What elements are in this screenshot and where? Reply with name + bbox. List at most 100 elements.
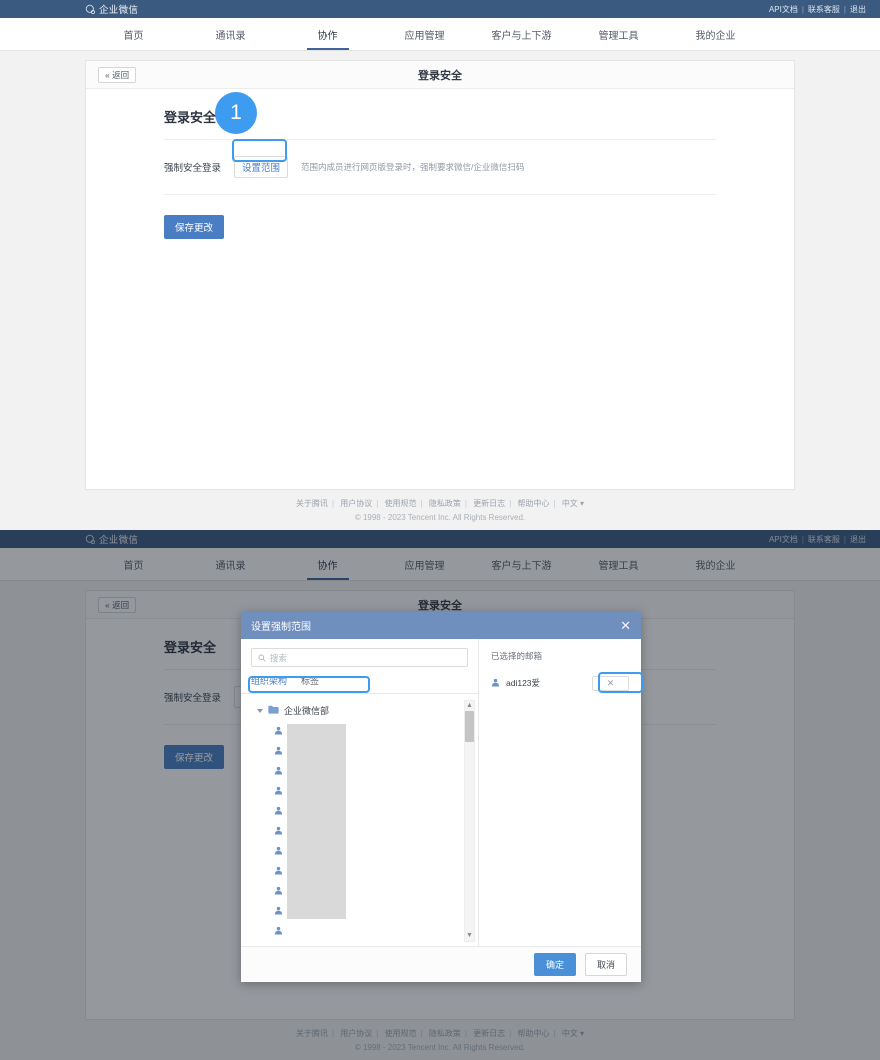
scroll-down-icon[interactable]: ▼ [466,931,473,941]
remove-selected-button[interactable]: ✕ [592,675,629,691]
footer-link-help-center[interactable]: 帮助中心 [514,1029,554,1038]
setting-label: 强制安全登录 [164,163,222,174]
nav-item-app-management[interactable]: 应用管理 [376,548,473,580]
page-capture-before: 企业微信 API文档 | 联系客服 | 退出 首页 通讯录 协作 应用管理 客户… [0,0,880,530]
tab-labels[interactable]: 标签 [301,674,319,693]
selected-list-label: 已选择的邮箱 [491,651,543,661]
screenshot-root: 企业微信 API文档 | 联系客服 | 退出 首页 通讯录 协作 应用管理 客户… [0,0,880,1060]
search-icon [258,649,266,667]
footer-link-changelog[interactable]: 更新日志 [469,1029,509,1038]
picker-tabs: 组织架构 标签 [241,667,478,694]
tree-item[interactable] [241,761,478,781]
selected-item: adi123爱 ✕ [491,674,629,692]
person-icon [274,882,283,900]
nav-item-contacts[interactable]: 通讯录 [182,548,279,580]
tree-item[interactable] [241,721,478,741]
person-icon [274,742,283,760]
footer-link-privacy[interactable]: 隐私政策 [425,1029,465,1038]
tree-item[interactable] [241,901,478,921]
save-changes-button[interactable]: 保存更改 [164,215,225,239]
dialog-title: 设置强制范围 [251,622,311,633]
dialog-header: 设置强制范围 ✕ [241,612,641,639]
footer-link-language[interactable]: 中文 ▾ [558,1029,588,1038]
set-scope-button[interactable]: 设置范围 [234,156,289,178]
footer-link-about[interactable]: 关于腾讯 [292,499,332,508]
search-input[interactable] [270,652,461,663]
redacted-names-overlay [287,724,346,919]
chevron-down-icon[interactable] [257,708,263,713]
footer-link-privacy[interactable]: 隐私政策 [425,499,465,508]
main-navigation: 首页 通讯录 协作 应用管理 客户与上下游 管理工具 我的企业 [0,18,880,51]
setting-description: 范围内成员进行网页版登录时，强制要求微信/企业微信扫码 [301,162,525,172]
person-icon [274,902,283,920]
nav-item-admin-tools[interactable]: 管理工具 [570,548,667,580]
tree-item[interactable] [241,801,478,821]
person-icon [274,802,283,820]
link-api-docs[interactable]: API文档 [765,4,802,15]
tree-item[interactable] [241,821,478,841]
footer-link-usage-rules[interactable]: 使用规范 [381,499,421,508]
tab-org-structure[interactable]: 组织架构 [251,674,287,693]
tree-root-label: 企业微信部 [284,706,330,716]
footer-link-language[interactable]: 中文 ▾ [558,499,588,508]
save-changes-button[interactable]: 保存更改 [164,745,225,769]
dialog-footer: 确定 取消 [241,946,641,982]
page-footer: 关于腾讯 | 用户协议 | 使用规范 | 隐私政策 | 更新日志 | 帮助中心 | 中文 ▾… [85,490,795,522]
nav-item-home[interactable]: 首页 [85,18,182,50]
back-button[interactable]: « 返回 [98,596,137,613]
tree-item[interactable] [241,741,478,761]
tree-scrollbar[interactable]: ▲ ▼ [464,700,475,942]
nav-item-contacts[interactable]: 通讯录 [182,18,279,50]
nav-item-customers[interactable]: 客户与上下游 [473,18,570,50]
nav-item-home[interactable]: 首页 [85,548,182,580]
close-icon[interactable]: ✕ [620,619,631,632]
setting-row-secure-login: 强制安全登录 设置范围 范围内成员进行网页版登录时，强制要求微信/企业微信扫码 [164,140,716,195]
link-contact-support[interactable]: 联系客服 [804,534,844,545]
link-api-docs[interactable]: API文档 [765,534,802,545]
app-logo-text: 企业微信 [99,5,139,16]
back-button[interactable]: « 返回 [98,66,137,83]
nav-item-collaboration[interactable]: 协作 [279,18,376,50]
footer-link-user-agreement[interactable]: 用户协议 [336,499,376,508]
nav-item-my-enterprise[interactable]: 我的企业 [667,18,764,50]
callout-badge-1: 1 [215,92,257,134]
footer-link-user-agreement[interactable]: 用户协议 [336,1029,376,1038]
dialog-body: 组织架构 标签 企业微信部 [241,639,641,946]
brand-links: API文档 | 联系客服 | 退出 [765,4,870,15]
search-box[interactable] [251,648,468,667]
scrollbar-thumb[interactable] [465,711,474,742]
link-logout[interactable]: 退出 [846,4,870,15]
app-logo[interactable]: 企业微信 [85,532,138,546]
tree-item[interactable] [241,921,478,941]
dialog-picker-pane: 组织架构 标签 企业微信部 [241,639,479,946]
nav-item-my-enterprise[interactable]: 我的企业 [667,548,764,580]
person-icon [491,674,500,692]
link-logout[interactable]: 退出 [846,534,870,545]
person-icon [274,762,283,780]
app-logo[interactable]: 企业微信 [85,2,138,16]
nav-item-customers[interactable]: 客户与上下游 [473,548,570,580]
tree-item[interactable] [241,841,478,861]
footer-link-help-center[interactable]: 帮助中心 [514,499,554,508]
nav-item-app-management[interactable]: 应用管理 [376,18,473,50]
person-icon [274,842,283,860]
panel-content: 登录安全 强制安全登录 设置范围 范围内成员进行网页版登录时，强制要求微信/企业… [86,89,794,239]
link-contact-support[interactable]: 联系客服 [804,4,844,15]
brand-links: API文档 | 联系客服 | 退出 [765,534,870,545]
confirm-button[interactable]: 确定 [533,953,576,976]
tree-root-node[interactable]: 企业微信部 [241,704,478,717]
person-icon [274,722,283,740]
brand-bar: 企业微信 API文档 | 联系客服 | 退出 [0,0,880,18]
nav-item-collaboration[interactable]: 协作 [279,548,376,580]
scroll-up-icon[interactable]: ▲ [466,701,473,711]
footer-link-about[interactable]: 关于腾讯 [292,1029,332,1038]
nav-item-admin-tools[interactable]: 管理工具 [570,18,667,50]
dialog-selected-pane: 已选择的邮箱 adi123爱 ✕ [479,639,641,946]
tree-item[interactable] [241,881,478,901]
footer-copyright: © 1998 - 2023 Tencent Inc. All Rights Re… [354,1043,526,1052]
tree-item[interactable] [241,861,478,881]
footer-link-changelog[interactable]: 更新日志 [469,499,509,508]
tree-item[interactable] [241,781,478,801]
cancel-button[interactable]: 取消 [584,953,627,976]
footer-link-usage-rules[interactable]: 使用规范 [381,1029,421,1038]
